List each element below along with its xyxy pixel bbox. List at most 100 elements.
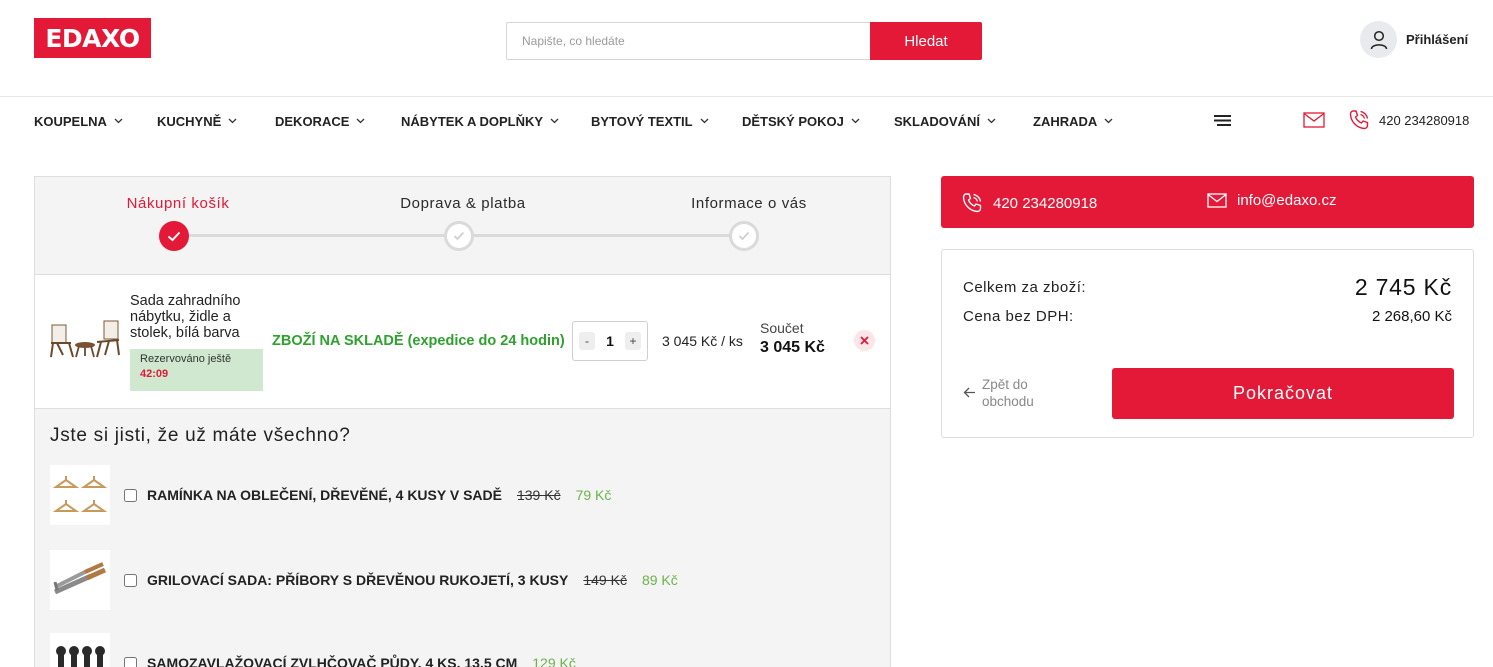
upsell-name[interactable]: RAMÍNKA NA OBLEČENÍ, DŘEVĚNÉ, 4 KUSY V S… xyxy=(147,487,502,503)
step-label-shipping: Doprava & platba xyxy=(400,195,526,212)
login-button[interactable]: Přihlášení xyxy=(1360,21,1468,58)
qty-value[interactable]: 1 xyxy=(606,333,614,349)
step-info-indicator[interactable] xyxy=(729,221,759,251)
nav-item-bytovy-textil[interactable]: BYTOVÝ TEXTIL xyxy=(591,112,742,130)
order-summary: Celkem za zboží: 2 745 Kč Cena bez DPH: … xyxy=(941,249,1474,438)
nav-item-kuchyne[interactable]: KUCHYNĚ xyxy=(157,112,275,130)
hamburger-icon[interactable] xyxy=(1214,114,1231,132)
contact-email-address: info@edaxo.cz xyxy=(1237,192,1337,209)
total-value: 2 745 Kč xyxy=(1354,274,1452,300)
product-image[interactable] xyxy=(49,315,121,364)
upsell-checkbox[interactable] xyxy=(124,488,137,502)
nav-item-label: DEKORACE xyxy=(275,113,350,129)
upsell-checkbox[interactable] xyxy=(124,656,137,667)
item-sum-label: Součet xyxy=(760,320,804,336)
arrow-left-icon xyxy=(963,387,975,398)
nav-item-label: ZAHRADA xyxy=(1033,113,1098,129)
reservation-timer: 42:09 xyxy=(140,368,169,380)
remove-item-button[interactable] xyxy=(854,330,875,351)
chevron-down-icon xyxy=(228,118,237,124)
nav-phone-number: 420 234280918 xyxy=(1379,112,1470,128)
user-icon xyxy=(1360,21,1397,58)
header-divider xyxy=(0,96,1493,97)
nav-item-skladovani[interactable]: SKLADOVÁNÍ xyxy=(894,112,1033,130)
nav-item-label: KUCHYNĚ xyxy=(157,113,222,129)
phone-icon xyxy=(1349,110,1369,130)
upsell-new-price: 79 Kč xyxy=(575,487,612,503)
nav-item-label: NÁBYTEK A DOPLŇKY xyxy=(401,113,544,129)
reservation-badge: Rezervováno ještě 42:09 xyxy=(130,349,263,391)
upsell-new-price: 129 Kč xyxy=(532,655,576,667)
chevron-down-icon xyxy=(700,118,709,124)
category-nav: KOUPELNA KUCHYNĚ DEKORACE NÁBYTEK A DOPL… xyxy=(34,112,1133,130)
nav-item-nabytek[interactable]: NÁBYTEK A DOPLŇKY xyxy=(401,112,591,130)
upsell-name[interactable]: SAMOZAVLAŽOVACÍ ZVLHČOVAČ PŮDY, 4 KS, 13… xyxy=(147,655,517,667)
chevron-down-icon xyxy=(550,118,559,124)
upsell-checkbox[interactable] xyxy=(124,573,137,587)
contact-email-link[interactable]: info@edaxo.cz xyxy=(1207,192,1336,209)
search-button[interactable]: Hledat xyxy=(870,22,982,60)
step-label-cart: Nákupní košík xyxy=(126,195,230,212)
unit-price: 3 045 Kč / ks xyxy=(662,333,743,349)
item-sum-value: 3 045 Kč xyxy=(760,339,825,356)
back-to-shop-label: Zpět do obchodu xyxy=(982,377,1034,409)
nav-item-koupelna[interactable]: KOUPELNA xyxy=(34,112,157,130)
contact-phone-number: 420 234280918 xyxy=(993,194,1098,212)
upsell-new-price: 89 Kč xyxy=(641,572,678,588)
net-price-value: 2 268,60 Kč xyxy=(1371,308,1452,325)
checkout-steps: Nákupní košík Doprava & platba Informace… xyxy=(35,177,890,275)
continue-button[interactable]: Pokračovat xyxy=(1112,368,1454,419)
upsell-item: RAMÍNKA NA OBLEČENÍ, DŘEVĚNÉ, 4 KUSY V S… xyxy=(50,465,611,525)
remove-icon xyxy=(860,336,869,345)
nav-item-detsky-pokoj[interactable]: DĚTSKÝ POKOJ xyxy=(742,112,894,130)
product-name[interactable]: Sada zahradního nábytku, židle a stolek,… xyxy=(130,293,258,341)
upsell-old-price: 149 Kč xyxy=(583,572,627,588)
nav-item-label: KOUPELNA xyxy=(34,113,107,129)
step-connector xyxy=(460,234,745,237)
upsell-image[interactable] xyxy=(50,550,110,610)
chevron-down-icon xyxy=(987,118,996,124)
upsell-image[interactable] xyxy=(50,465,110,525)
total-label: Celkem za zboží: xyxy=(963,279,1087,296)
upsell-title: Jste si jisti, že už máte všechno? xyxy=(50,425,351,446)
contact-bar: 420 234280918 info@edaxo.cz xyxy=(941,176,1474,228)
nav-item-dekorace[interactable]: DEKORACE xyxy=(275,112,401,130)
reservation-label: Rezervováno ještě xyxy=(140,353,232,365)
quantity-stepper: - 1 + xyxy=(572,321,648,361)
search-bar: Hledat xyxy=(506,22,982,60)
nav-item-label: DĚTSKÝ POKOJ xyxy=(742,113,844,129)
chevron-down-icon xyxy=(851,118,860,124)
chevron-down-icon xyxy=(1104,118,1113,124)
nav-item-zahrada[interactable]: ZAHRADA xyxy=(1033,112,1133,130)
upsell-name[interactable]: GRILOVACÍ SADA: PŘÍBORY S DŘEVĚNOU RUKOJ… xyxy=(147,572,568,588)
step-label-info: Informace o vás xyxy=(691,195,807,212)
contact-phone-link[interactable]: 420 234280918 xyxy=(961,192,1097,214)
stock-status: ZBOŽÍ NA SKLADĚ (expedice do 24 hodin) xyxy=(272,333,565,349)
chevron-down-icon xyxy=(356,118,365,124)
step-connector xyxy=(175,234,460,237)
qty-increase-button[interactable]: + xyxy=(624,332,641,350)
logo[interactable]: EDAXO xyxy=(34,18,151,58)
login-label: Přihlášení xyxy=(1406,32,1469,47)
back-to-shop-link[interactable]: Zpět do obchodu xyxy=(963,376,1062,410)
cart-item-row: Sada zahradního nábytku, židle a stolek,… xyxy=(35,275,890,409)
net-price-label: Cena bez DPH: xyxy=(963,308,1074,325)
upsell-item: SAMOZAVLAŽOVACÍ ZVLHČOVAČ PŮDY, 4 KS, 13… xyxy=(50,633,576,667)
upsell-old-price: 139 Kč xyxy=(516,487,561,503)
step-shipping-indicator[interactable] xyxy=(444,221,474,251)
step-cart-indicator[interactable] xyxy=(159,221,189,251)
upsell-image[interactable] xyxy=(50,633,110,667)
search-input[interactable] xyxy=(506,22,870,60)
cart-panel: Nákupní košík Doprava & platba Informace… xyxy=(34,176,891,667)
qty-decrease-button[interactable]: - xyxy=(579,332,595,350)
check-icon xyxy=(167,231,181,241)
phone-icon xyxy=(962,193,982,213)
mail-icon[interactable] xyxy=(1303,112,1325,133)
nav-item-label: BYTOVÝ TEXTIL xyxy=(591,113,693,129)
upsell-item: GRILOVACÍ SADA: PŘÍBORY S DŘEVĚNOU RUKOJ… xyxy=(50,550,678,610)
mail-icon xyxy=(1207,193,1227,208)
nav-phone-link[interactable]: 420 234280918 xyxy=(1348,109,1469,131)
chevron-down-icon xyxy=(114,118,123,124)
check-icon xyxy=(738,231,750,241)
nav-item-label: SKLADOVÁNÍ xyxy=(894,113,980,129)
